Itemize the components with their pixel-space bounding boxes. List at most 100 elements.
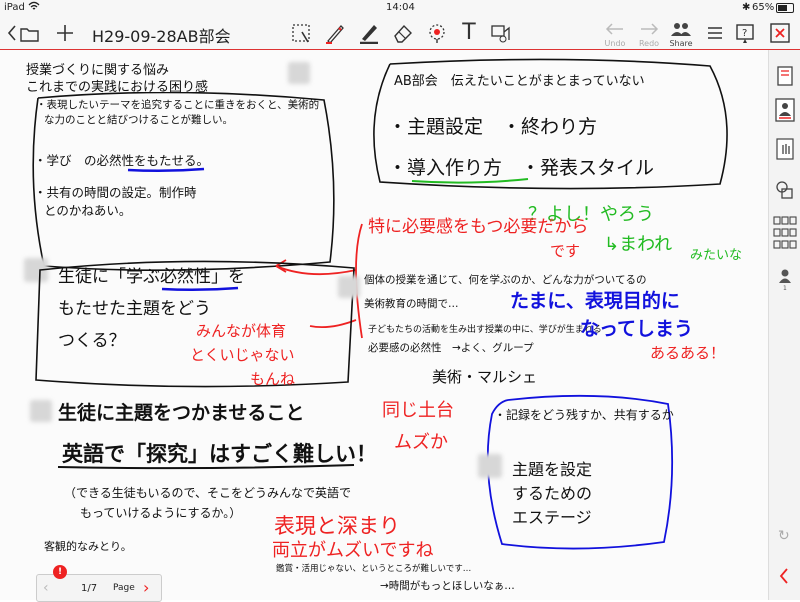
page-icon[interactable] xyxy=(776,66,794,90)
close-button[interactable] xyxy=(766,16,794,49)
note-line-6: ・共有の時間の設定。制作時 xyxy=(34,185,197,200)
battery-icon xyxy=(776,3,794,13)
eraser-tool[interactable] xyxy=(388,16,418,49)
note-line-4: な力のことと結びつけることが難しい。 xyxy=(44,114,233,126)
new-note-button[interactable] xyxy=(52,16,78,49)
red-middle-1: みんなが体育 xyxy=(196,322,287,340)
green-note-2: ↳まわれ xyxy=(604,234,673,255)
red-note-2: です xyxy=(550,242,581,260)
green-note-3: みたいな xyxy=(690,248,743,263)
user-icon[interactable] xyxy=(775,98,795,126)
center-line-3: 子どもたちの活動を生み出す授業の中に、学びが生まれる xyxy=(368,325,602,335)
battery-label: 65% xyxy=(752,2,775,13)
lower-heading: 生徒に主題をつかませること xyxy=(58,402,305,424)
next-page-icon[interactable]: › xyxy=(143,578,149,597)
red-middle-2: とくいじゃない xyxy=(190,346,295,364)
device-label: iPad xyxy=(4,2,25,13)
ab-line-1: AB部会 伝えたいことがまとまっていない xyxy=(394,74,645,89)
underline-blue xyxy=(161,286,239,292)
middle-line-3: つくる？ xyxy=(58,331,126,351)
blue-note-2: なってしまう xyxy=(580,318,694,340)
prev-page-icon[interactable]: ‹ xyxy=(43,580,49,596)
blurred-name xyxy=(30,400,52,422)
red-lower-2: ムズか xyxy=(394,432,448,453)
blurred-name xyxy=(478,454,502,478)
blue-bubble-line-1: ・記録をどう残すか、共有するか xyxy=(494,408,674,422)
help-button[interactable]: ? xyxy=(732,16,758,49)
note-canvas[interactable]: 授業づくりに関する悩み これまでの実践における困り感 ・表現したいテーマを追究す… xyxy=(0,50,769,600)
center-line-2: 美術教育の時間で… xyxy=(364,298,459,310)
back-button[interactable] xyxy=(4,16,44,49)
share-icon xyxy=(670,22,692,36)
pen-red-tool[interactable] xyxy=(320,16,350,49)
text-tool[interactable]: T xyxy=(456,16,482,49)
image-tool-icon xyxy=(490,22,512,44)
middle-line-1: 生徒に「学ぶ必然性」を xyxy=(58,267,245,287)
lasso-tool[interactable] xyxy=(286,16,316,49)
person-icon[interactable]: 1 xyxy=(777,268,793,294)
refresh-icon[interactable]: ↻ xyxy=(778,528,790,544)
alert-badge: ! xyxy=(53,565,67,579)
share-button[interactable]: Share xyxy=(666,16,696,49)
underline-blue xyxy=(127,167,205,173)
text-tool-icon: T xyxy=(462,20,476,45)
red-lower-4: 両立がムズいですね xyxy=(272,540,434,561)
grid-icon[interactable] xyxy=(773,216,797,254)
page-number: 1/7 xyxy=(81,583,98,594)
redo-label: Redo xyxy=(638,39,660,48)
undo-icon xyxy=(605,22,625,36)
blurred-name xyxy=(288,62,310,84)
english-line-2: （できる生徒もいるので、そこをどうみんなで英語で xyxy=(64,486,352,500)
underline-green xyxy=(411,178,529,184)
note-line-3: ・表現したいテーマを追究することに重きをおくと、美術的 xyxy=(36,99,320,111)
pen-tool[interactable] xyxy=(354,16,384,49)
toolbar: H29-09-28AB部会 T Undo Redo Share ? xyxy=(0,16,800,51)
right-sidebar: 1 ↻ xyxy=(767,50,800,600)
redo-button[interactable]: Redo xyxy=(634,16,664,49)
ab-line-2: ・主題設定 ・終わり方 xyxy=(388,116,598,138)
page-navigator: ‹ ! 1/7 Page › xyxy=(36,565,162,602)
list-icon xyxy=(706,25,724,41)
footer-note-2: →時間がもっとほしいなぁ… xyxy=(380,580,515,592)
share-label: Share xyxy=(669,39,693,48)
red-lower-1: 同じ土台 xyxy=(382,400,454,421)
pen-red-icon xyxy=(324,22,346,44)
middle-line-2: もたせた主題をどう xyxy=(58,299,211,319)
status-bar: iPad 14:04 ✱ 65% xyxy=(0,0,800,16)
page-label: Page xyxy=(113,583,135,593)
blue-bubble-line-4: エステージ xyxy=(512,508,592,527)
blue-bubble-line-3: するための xyxy=(512,484,593,503)
layers-icon[interactable] xyxy=(774,180,796,204)
undo-label: Undo xyxy=(604,39,626,48)
new-note-icon xyxy=(56,24,74,42)
lasso-icon xyxy=(290,22,312,44)
clock: 14:04 xyxy=(386,2,415,13)
highlighter-icon xyxy=(426,22,448,44)
close-icon xyxy=(770,22,790,43)
help-icon: ? xyxy=(735,23,755,43)
image-tool[interactable] xyxy=(486,16,516,49)
collapse-icon[interactable] xyxy=(776,566,792,590)
highlighter-tool[interactable] xyxy=(422,16,452,49)
red-note-1: 特に必要感をもつ必要だから xyxy=(368,217,589,237)
undo-button[interactable]: Undo xyxy=(600,16,630,49)
wifi-icon xyxy=(28,1,40,14)
redo-icon xyxy=(639,22,659,36)
blurred-name xyxy=(338,276,360,298)
list-button[interactable] xyxy=(702,16,728,49)
note-line-7: とのかねあい。 xyxy=(44,203,132,218)
red-aruaru: あるある！ xyxy=(650,344,726,362)
english-line-3: もっていけるようにするか。） xyxy=(80,506,242,520)
objective-note: 客観的なみとり。 xyxy=(44,540,132,553)
hand-icon[interactable] xyxy=(776,138,794,164)
red-middle-3: もんね xyxy=(250,370,296,388)
svg-text:?: ? xyxy=(742,28,747,39)
blue-bubble-line-2: 主題を設定 xyxy=(512,460,593,479)
blue-note-1: たまに、表現目的に xyxy=(510,290,680,312)
footer-note-1: 鑑賞・活用じゃない、というところが難しいです… xyxy=(276,564,472,574)
eraser-icon xyxy=(392,22,414,44)
bluetooth-icon: ✱ xyxy=(742,2,751,13)
back-icon xyxy=(6,23,42,43)
underline-black xyxy=(57,464,355,470)
marche-label: 美術・マルシェ xyxy=(432,368,538,386)
